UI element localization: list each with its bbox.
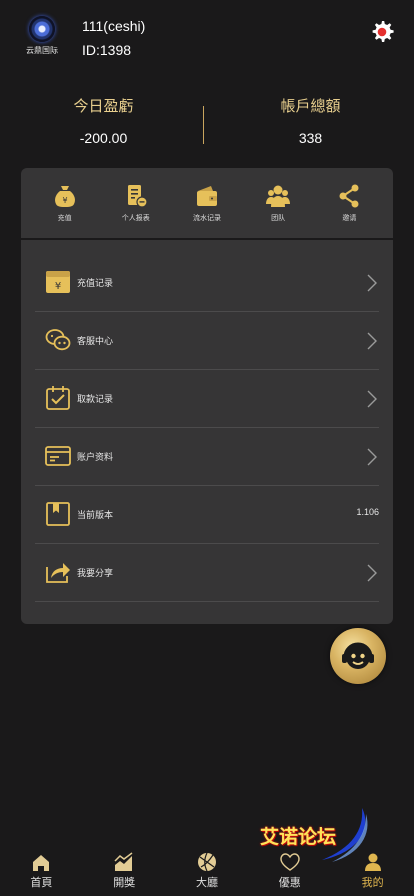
svg-text:¥: ¥ [55,281,61,292]
list-item-label: 客服中心 [77,336,114,346]
quick-item-report[interactable]: 个人报表 [106,183,166,223]
account-total-value: 338 [298,130,323,146]
bottom-tab-bar: 首頁 開獎 大廳 優惠 我的 [0,846,414,896]
heart-icon [280,853,300,871]
home-icon [33,855,50,871]
list-item-label: 我要分享 [77,568,114,578]
gear-icon[interactable] [368,18,396,46]
user-icon [364,853,381,871]
chevron-right-icon [367,448,377,466]
card-icon [45,446,71,466]
tab-label: 我的 [361,877,384,889]
list-item-recharge-record[interactable]: ¥ 充值记录 [35,254,379,312]
tab-promotions[interactable]: 優惠 [248,846,331,896]
stats-divider [203,106,204,144]
share-arrow-icon [46,563,70,583]
list-item-label: 账户资料 [77,452,114,462]
list-item-label: 取款记录 [77,394,114,404]
chevron-right-icon [367,390,377,408]
list-item-label: 当前版本 [77,510,114,520]
bookmark-icon [46,502,70,526]
chevron-right-icon [367,332,377,350]
brand-logo: 云鼎国际 [22,16,62,58]
list-item-share[interactable]: 我要分享 [35,544,379,602]
list-item-account-info[interactable]: 账户资料 [35,428,379,486]
chat-icon [45,329,71,351]
quick-item-label: 流水记录 [192,215,221,222]
list-item-customer-service[interactable]: 客服中心 [35,312,379,370]
tab-lobby[interactable]: 大廳 [166,846,249,896]
quick-item-team[interactable]: 团队 [248,183,308,223]
recharge-record-icon: ¥ [46,271,70,293]
logo-text: 云鼎国际 [26,46,58,55]
balance-summary: 今日盈虧 -200.00 帳戶總額 338 [0,96,414,156]
username: 111(ceshi) [82,18,146,34]
team-icon [266,185,291,207]
quick-item-label: 个人报表 [121,215,150,222]
watermark-text: 艾诺论坛 [260,826,337,848]
quick-item-label: 充值 [57,215,72,222]
tab-lottery-results[interactable]: 開獎 [83,846,166,896]
customer-support-button[interactable] [330,628,386,684]
today-profit-label: 今日盈虧 [73,98,134,115]
tab-label: 開獎 [113,877,136,889]
quick-item-flow-record[interactable]: 流水记录 [177,183,237,223]
account-total: 帳戶總額 338 [207,96,414,146]
tab-label: 大廳 [195,877,218,889]
today-profit: 今日盈虧 -200.00 [0,96,207,146]
quick-menu: ¥ 充值 个人报表 流水记录 团队 邀请 [21,168,393,238]
wallet-icon [196,186,217,206]
quick-item-label: 团队 [271,215,286,222]
today-profit-value: -200.00 [79,130,128,146]
headset-icon [342,642,374,669]
svg-text:¥: ¥ [62,196,67,205]
share-icon [339,184,359,208]
money-bag-icon: ¥ [54,186,75,207]
tab-label: 優惠 [278,877,301,889]
account-total-label: 帳戶總額 [280,98,341,115]
header: 云鼎国际 111(ceshi) ID:1398 [0,0,414,80]
tab-mine[interactable]: 我的 [331,846,414,896]
calendar-check-icon [46,386,70,410]
chart-icon [114,852,133,871]
tab-home[interactable]: 首頁 [0,846,83,896]
tab-label: 首頁 [30,877,53,889]
version-number: 1.106 [356,507,379,517]
list-item-label: 充值记录 [77,278,114,288]
list-item-current-version: 当前版本 1.106 [35,486,379,544]
chevron-right-icon [367,564,377,582]
quick-item-label: 邀请 [342,215,357,222]
quick-item-invite[interactable]: 邀请 [319,183,379,223]
logo-emblem-icon [29,16,55,42]
ball-icon [197,852,216,872]
report-icon [127,185,148,208]
menu-list-panel: ¥ 充值记录 客服中心 取款记录 账户资料 当前版本 1.106 我要分享 [21,240,393,624]
quick-item-recharge[interactable]: ¥ 充值 [35,183,95,223]
user-id: ID:1398 [82,42,132,58]
list-item-withdraw-record[interactable]: 取款记录 [35,370,379,428]
chevron-right-icon [367,274,377,292]
